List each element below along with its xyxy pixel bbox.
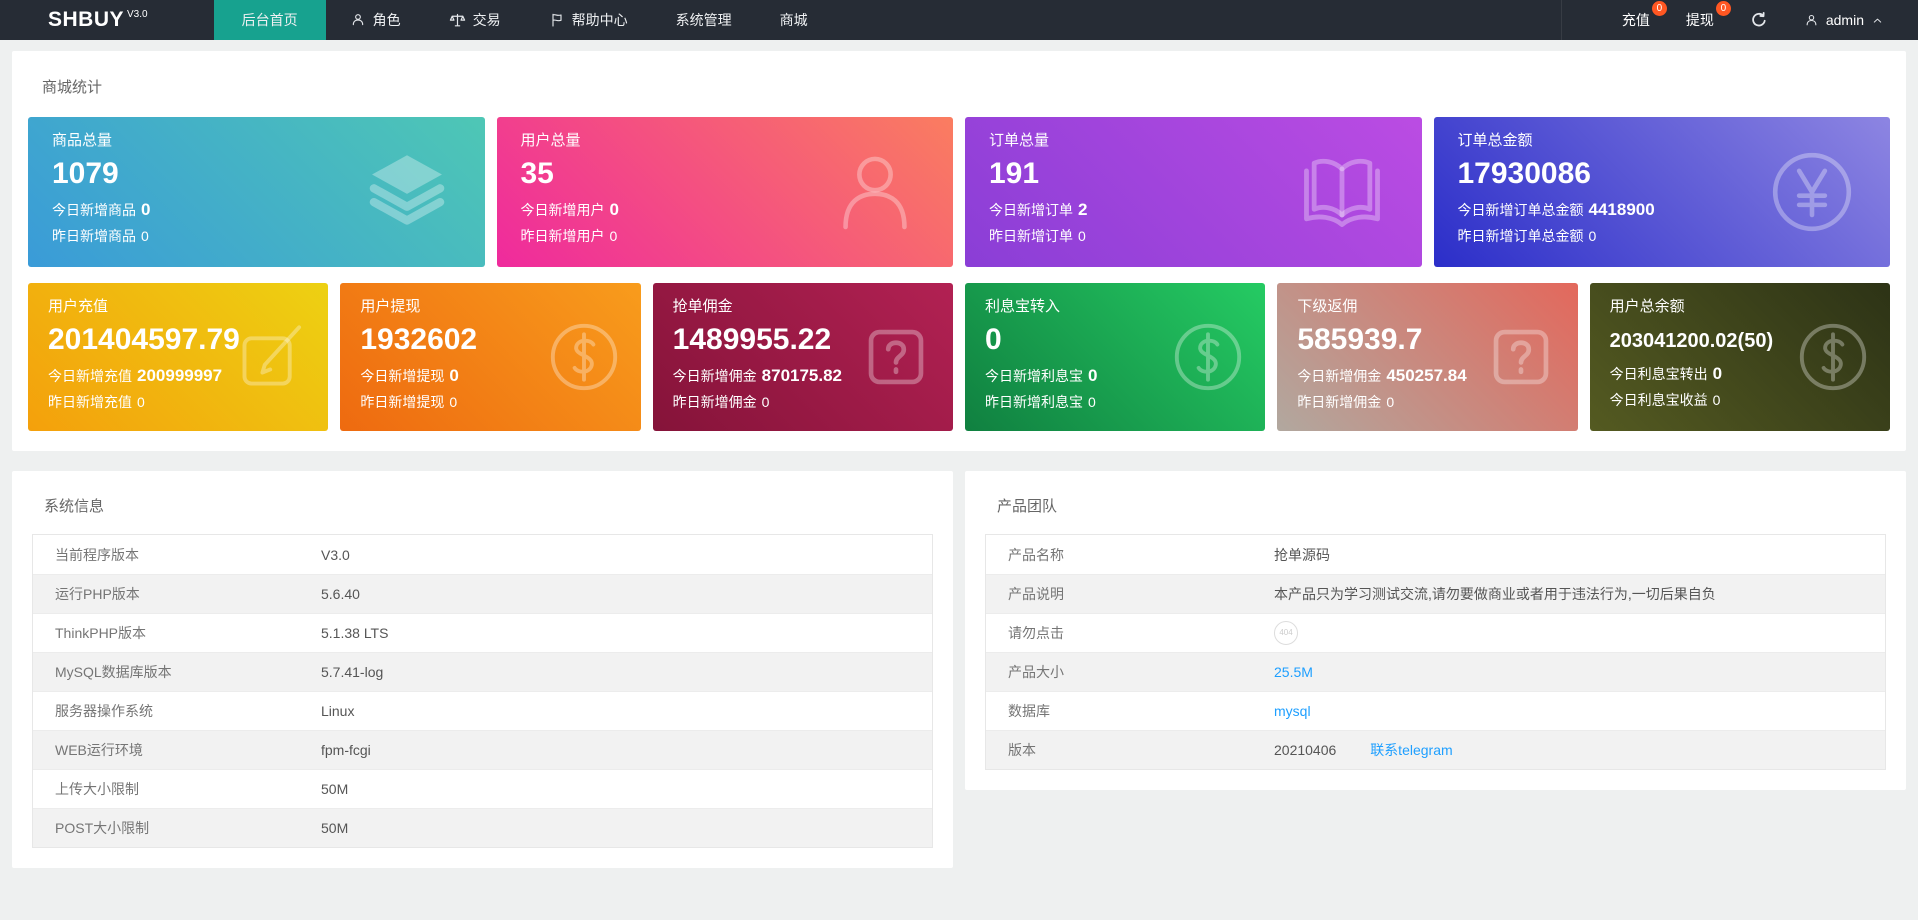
menu-item-roles[interactable]: 角色 bbox=[326, 0, 425, 40]
main-menu: 后台首页 角色 交易 帮助中心 系统管理 商城 bbox=[213, 0, 832, 40]
table-row: WEB运行环境 fpm-fcgi bbox=[33, 730, 932, 769]
table-row: 运行PHP版本 5.6.40 bbox=[33, 574, 932, 613]
stats-row-2: 用户充值 201404597.79 今日新增充值 200999997 昨日新增充值… bbox=[28, 283, 1890, 431]
table-row: 上传大小限制 50M bbox=[33, 769, 932, 808]
mall-stats-panel: 商城统计 商品总量 1079 今日新增商品 0 昨日新增商品 0 用户总量 35… bbox=[12, 51, 1906, 451]
flag-icon bbox=[549, 12, 565, 28]
menu-item-help[interactable]: 帮助中心 bbox=[525, 0, 652, 40]
table-row: 请勿点击 404 bbox=[986, 613, 1885, 652]
product-team-panel: 产品团队 产品名称 抢单源码 产品说明 本产品只为学习测试交流,请勿要做商业或者… bbox=[965, 471, 1906, 790]
bottom-section: 系统信息 当前程序版本 V3.0 运行PHP版本 5.6.40 ThinkPHP… bbox=[12, 471, 1906, 868]
scales-icon bbox=[449, 12, 466, 29]
table-row: MySQL数据库版本 5.7.41-log bbox=[33, 652, 932, 691]
user-icon bbox=[350, 12, 366, 28]
table-row: 产品说明 本产品只为学习测试交流,请勿要做商业或者用于违法行为,一切后果自负 bbox=[986, 574, 1885, 613]
stat-card-interest-in: 利息宝转入 0 今日新增利息宝 0 昨日新增利息宝 0 bbox=[964, 283, 1266, 431]
menu-item-home[interactable]: 后台首页 bbox=[213, 0, 326, 40]
main-content: 商城统计 商品总量 1079 今日新增商品 0 昨日新增商品 0 用户总量 35… bbox=[0, 40, 1918, 868]
withdraw-badge: 0 bbox=[1715, 1, 1731, 16]
recharge-badge: 0 bbox=[1651, 1, 1667, 16]
table-row: 当前程序版本 V3.0 bbox=[33, 535, 932, 574]
stat-card-sub-rebate: 下级返佣 585939.7 今日新增佣金 450257.84 昨日新增佣金 0 bbox=[1277, 283, 1578, 431]
stat-card-user-withdraw: 用户提现 1932602 今日新增提现 0 昨日新增提现 0 bbox=[340, 283, 641, 431]
logo-text: SHBUY bbox=[48, 8, 125, 31]
stat-card-total-orders: 订单总量 191 今日新增订单 2 昨日新增订单 0 bbox=[965, 117, 1422, 267]
menu-item-system[interactable]: 系统管理 bbox=[652, 0, 756, 40]
stat-card-user-balance: 用户总余额 203041200.02(50) 今日利息宝转出 0 今日利息宝收益 0 bbox=[1589, 283, 1890, 431]
table-row: 产品名称 抢单源码 bbox=[986, 535, 1885, 574]
top-navbar: SHBUY V3.0 后台首页 角色 交易 帮助中心 系统管理 商城 充值 0 … bbox=[0, 0, 1918, 40]
table-row: POST大小限制 50M bbox=[33, 808, 932, 847]
table-row: 产品大小 25.5M bbox=[986, 652, 1885, 691]
recharge-button[interactable]: 充值 0 bbox=[1622, 1, 1667, 30]
stats-row-1: 商品总量 1079 今日新增商品 0 昨日新增商品 0 用户总量 35 今日新增… bbox=[28, 117, 1890, 267]
product-team-table: 产品名称 抢单源码 产品说明 本产品只为学习测试交流,请勿要做商业或者用于违法行… bbox=[985, 534, 1886, 770]
system-info-panel: 系统信息 当前程序版本 V3.0 运行PHP版本 5.6.40 ThinkPHP… bbox=[12, 471, 953, 868]
menu-item-trade[interactable]: 交易 bbox=[425, 0, 525, 40]
stat-card-total-users: 用户总量 35 今日新增用户 0 昨日新增用户 0 bbox=[496, 117, 953, 267]
chevron-up-icon bbox=[1871, 14, 1884, 27]
admin-user-icon bbox=[1804, 13, 1819, 28]
table-row: 服务器操作系统 Linux bbox=[33, 691, 932, 730]
telegram-link[interactable]: 联系telegram bbox=[1370, 742, 1452, 758]
refresh-icon bbox=[1750, 11, 1768, 29]
database-link[interactable]: mysql bbox=[1274, 703, 1311, 719]
product-size-link[interactable]: 25.5M bbox=[1274, 664, 1313, 680]
version-value: 20210406 bbox=[1274, 742, 1337, 758]
table-row: 版本 20210406 联系telegram bbox=[986, 730, 1885, 769]
app-logo: SHBUY V3.0 bbox=[0, 0, 186, 40]
stats-title: 商城统计 bbox=[42, 79, 103, 96]
withdraw-button[interactable]: 提现 0 bbox=[1686, 1, 1731, 30]
stat-card-order-amount: 订单总金额 17930086 今日新增订单总金额 4418900 昨日新增订单总金… bbox=[1433, 117, 1890, 267]
admin-username: admin bbox=[1825, 12, 1864, 28]
navbar-actions: 充值 0 提现 0 admin bbox=[1560, 0, 1918, 40]
menu-item-mall[interactable]: 商城 bbox=[756, 0, 832, 40]
product-team-title: 产品团队 bbox=[997, 498, 1058, 515]
badge-404[interactable]: 404 bbox=[1274, 621, 1298, 645]
admin-menu[interactable]: admin bbox=[1804, 12, 1884, 28]
system-info-table: 当前程序版本 V3.0 运行PHP版本 5.6.40 ThinkPHP版本 5.… bbox=[32, 534, 933, 848]
stat-card-total-products: 商品总量 1079 今日新增商品 0 昨日新增商品 0 bbox=[28, 117, 485, 267]
table-row: 数据库 mysql bbox=[986, 691, 1885, 730]
stat-card-user-recharge: 用户充值 201404597.79 今日新增充值 200999997 昨日新增充值… bbox=[28, 283, 329, 431]
stat-card-order-commission: 抢单佣金 1489955.22 今日新增佣金 870175.82 昨日新增佣金 0 bbox=[652, 283, 953, 431]
refresh-button[interactable] bbox=[1750, 11, 1768, 29]
table-row: ThinkPHP版本 5.1.38 LTS bbox=[33, 613, 932, 652]
logo-version: V3.0 bbox=[127, 9, 148, 20]
system-info-title: 系统信息 bbox=[44, 498, 105, 515]
